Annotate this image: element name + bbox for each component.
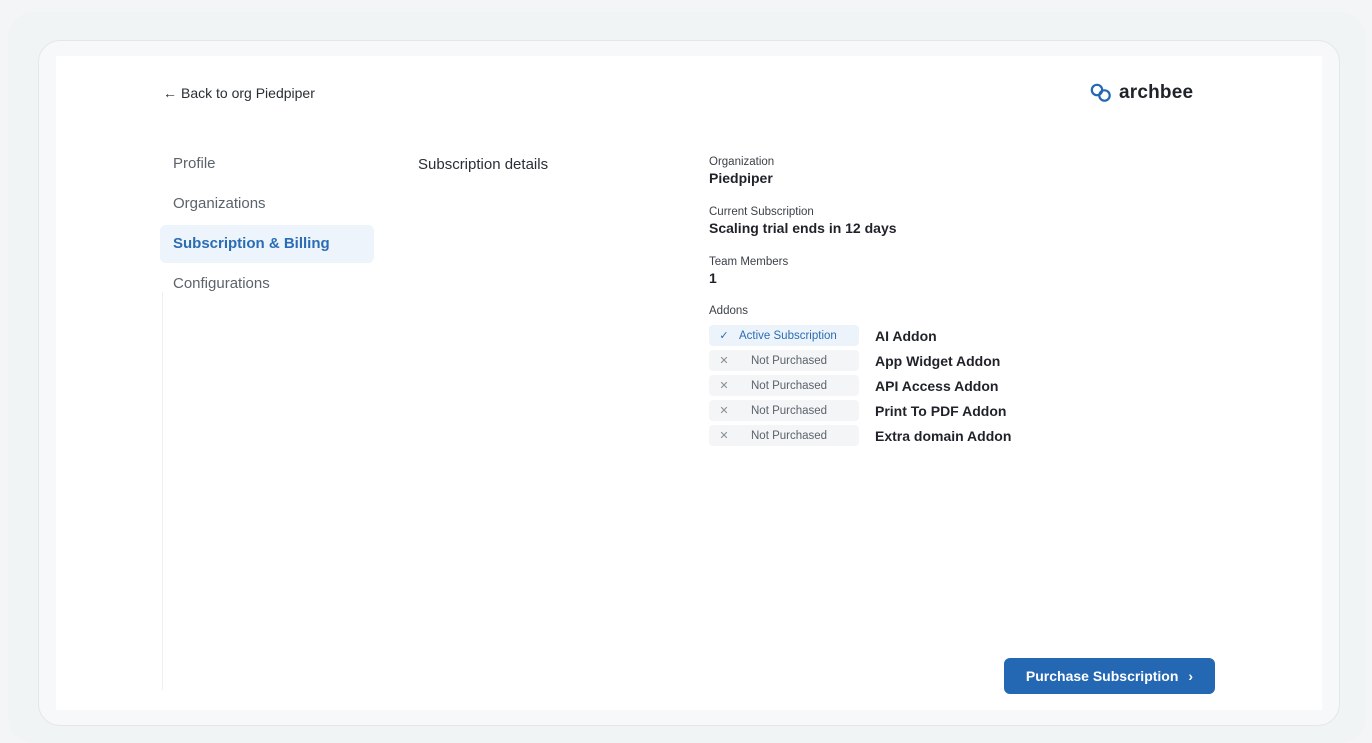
organization-label: Organization bbox=[709, 156, 775, 168]
addon-status-text: Not Purchased bbox=[751, 379, 828, 392]
addon-name: Print To PDF Addon bbox=[875, 402, 1007, 419]
section-title: Subscription details bbox=[418, 156, 549, 173]
addon-row: ✓ Active Subscription AI Addon bbox=[709, 323, 1269, 348]
subscription-value: Scaling trial ends in 12 days bbox=[709, 220, 897, 236]
addon-status-badge: ✕ Not Purchased bbox=[709, 350, 859, 371]
team-members-label: Team Members bbox=[709, 256, 789, 268]
archbee-logo-icon bbox=[1090, 83, 1111, 102]
organization-value: Piedpiper bbox=[709, 170, 773, 186]
x-icon: ✕ bbox=[719, 405, 729, 417]
logo-text: archbee bbox=[1119, 82, 1194, 103]
addon-status-text: Not Purchased bbox=[751, 429, 828, 442]
x-icon: ✕ bbox=[719, 380, 729, 392]
sidebar-item-subscription-billing[interactable]: Subscription & Billing bbox=[160, 225, 374, 263]
back-link-label: Back to org Piedpiper bbox=[181, 85, 315, 101]
addon-status-text: Active Subscription bbox=[739, 329, 837, 342]
addon-status-badge: ✕ Not Purchased bbox=[709, 400, 859, 421]
x-icon: ✕ bbox=[719, 355, 729, 367]
archbee-logo: archbee bbox=[1089, 82, 1193, 104]
settings-sidebar: Profile Organizations Subscription & Bil… bbox=[160, 145, 374, 305]
sidebar-divider bbox=[162, 292, 163, 690]
addon-name: AI Addon bbox=[875, 327, 937, 344]
addon-row: ✕ Not Purchased Print To PDF Addon bbox=[709, 398, 1269, 423]
subscription-details: Organization Piedpiper Current Subscript… bbox=[709, 155, 1269, 448]
addon-status-badge: ✓ Active Subscription bbox=[709, 325, 859, 346]
addon-row: ✕ Not Purchased Extra domain Addon bbox=[709, 423, 1269, 448]
subscription-label: Current Subscription bbox=[709, 206, 814, 218]
addons-label: Addons bbox=[709, 305, 749, 317]
back-to-org-link[interactable]: ← Back to org Piedpiper bbox=[163, 85, 315, 101]
purchase-button-label: Purchase Subscription bbox=[1025, 668, 1179, 684]
addon-status-text: Not Purchased bbox=[751, 354, 828, 367]
addon-status-badge: ✕ Not Purchased bbox=[709, 375, 859, 396]
addon-name: API Access Addon bbox=[875, 377, 999, 394]
team-members-value: 1 bbox=[709, 270, 717, 286]
check-icon: ✓ bbox=[719, 330, 729, 342]
addon-row: ✕ Not Purchased App Widget Addon bbox=[709, 348, 1269, 373]
sidebar-item-organizations[interactable]: Organizations bbox=[160, 185, 374, 223]
chevron-right-icon: › bbox=[1188, 668, 1194, 684]
sidebar-item-profile[interactable]: Profile bbox=[160, 145, 374, 183]
addon-name: App Widget Addon bbox=[875, 352, 1001, 369]
sidebar-item-configurations[interactable]: Configurations bbox=[160, 265, 374, 303]
x-icon: ✕ bbox=[719, 430, 729, 442]
arrow-left-icon: ← bbox=[163, 85, 177, 101]
addon-status-text: Not Purchased bbox=[751, 404, 828, 417]
addon-name: Extra domain Addon bbox=[875, 427, 1012, 444]
addon-status-badge: ✕ Not Purchased bbox=[709, 425, 859, 446]
purchase-subscription-button[interactable]: Purchase Subscription › bbox=[1004, 658, 1215, 694]
addon-row: ✕ Not Purchased API Access Addon bbox=[709, 373, 1269, 398]
